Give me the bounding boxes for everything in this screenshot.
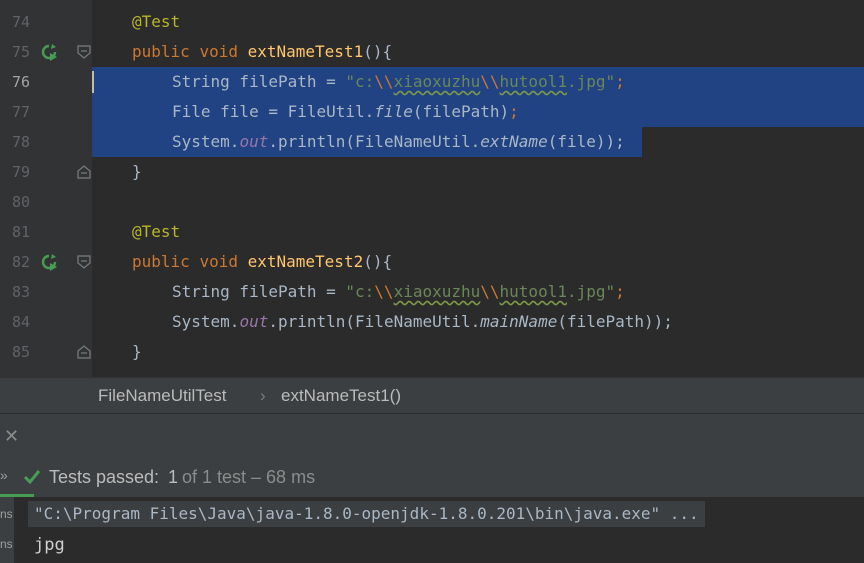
line-number: 76: [11, 73, 30, 91]
run-test-icon[interactable]: [40, 253, 58, 271]
code-line-79[interactable]: 79 }: [0, 157, 864, 187]
line-number: 79: [11, 163, 30, 181]
text-caret: [92, 71, 94, 93]
line-number: 77: [11, 103, 30, 121]
code-line-78[interactable]: 78 System.out.println(FileNameUtil.extNa…: [0, 127, 864, 157]
code-text[interactable]: System.out.println(FileNameUtil.mainName…: [172, 312, 673, 332]
code-line-84[interactable]: 84 System.out.println(FileNameUtil.mainN…: [0, 307, 864, 337]
breadcrumb-class[interactable]: FileNameUtilTest: [98, 386, 226, 406]
code-text[interactable]: File file = FileUtil.file(filePath);: [172, 102, 519, 122]
code-editor[interactable]: 74 @Test 75 public void extNameTest1(){ …: [0, 0, 864, 377]
code-text[interactable]: }: [132, 342, 142, 362]
console-output-line: jpg: [34, 535, 65, 555]
fold-end-icon[interactable]: [77, 165, 91, 179]
code-text[interactable]: System.out.println(FileNameUtil.extName(…: [172, 132, 625, 152]
code-text[interactable]: String filePath = "c:\\xiaoxuzhu\\hutool…: [172, 282, 625, 302]
status-detail: of 1 test – 68 ms: [182, 467, 316, 487]
run-test-icon[interactable]: [40, 43, 58, 61]
line-number: 78: [11, 133, 30, 151]
code-line-77[interactable]: 77 File file = FileUtil.file(filePath);: [0, 97, 864, 127]
passed-count: 1: [168, 467, 179, 487]
side-label: ns: [0, 537, 13, 551]
status-label: Tests passed:: [49, 467, 160, 487]
code-text[interactable]: }: [132, 162, 142, 182]
fold-end-icon[interactable]: [77, 345, 91, 359]
code-line-85[interactable]: 85 }: [0, 337, 864, 367]
console-command-line[interactable]: "C:\Program Files\Java\java-1.8.0-openjd…: [28, 501, 705, 527]
check-icon: [23, 470, 41, 485]
code-text[interactable]: @Test: [132, 12, 180, 32]
line-number: 83: [11, 283, 30, 301]
breadcrumb-method[interactable]: extNameTest1(): [281, 386, 401, 406]
line-number: 85: [11, 343, 30, 361]
breadcrumb-separator: ›: [260, 386, 266, 405]
close-icon[interactable]: ✕: [4, 426, 19, 447]
code-line-80[interactable]: 80: [0, 187, 864, 217]
code-line-81[interactable]: 81 @Test: [0, 217, 864, 247]
code-line-75[interactable]: 75 public void extNameTest1(){: [0, 37, 864, 67]
run-tool-header: ✕: [0, 413, 864, 458]
code-line-82[interactable]: 82 public void extNameTest2(){: [0, 247, 864, 277]
code-text[interactable]: public void extNameTest1(){: [132, 42, 392, 62]
line-number: 74: [11, 13, 30, 31]
code-text[interactable]: String filePath = "c:\\xiaoxuzhu\\hutool…: [172, 72, 625, 92]
code-line-83[interactable]: 83 String filePath = "c:\\xiaoxuzhu\\hut…: [0, 277, 864, 307]
console-output[interactable]: ns ns "C:\Program Files\Java\java-1.8.0-…: [0, 497, 864, 563]
breadcrumb: FileNameUtilTest › extNameTest1(): [0, 377, 864, 414]
code-text[interactable]: public void extNameTest2(){: [132, 252, 392, 272]
fold-icon[interactable]: [77, 255, 91, 269]
line-number: 84: [11, 313, 30, 331]
line-number: 75: [11, 43, 30, 61]
expand-chevron-icon[interactable]: »: [0, 467, 8, 483]
line-number: 82: [11, 253, 30, 271]
line-number: 81: [11, 223, 30, 241]
side-label: ns: [0, 507, 13, 521]
code-line-76[interactable]: 76 String filePath = "c:\\xiaoxuzhu\\hut…: [0, 67, 864, 97]
line-number: 80: [11, 193, 30, 211]
test-status-bar: » Tests passed: 1 of 1 test – 68 ms: [0, 457, 864, 497]
fold-icon[interactable]: [77, 45, 91, 59]
code-text[interactable]: @Test: [132, 222, 180, 242]
code-line-74[interactable]: 74 @Test: [0, 7, 864, 37]
